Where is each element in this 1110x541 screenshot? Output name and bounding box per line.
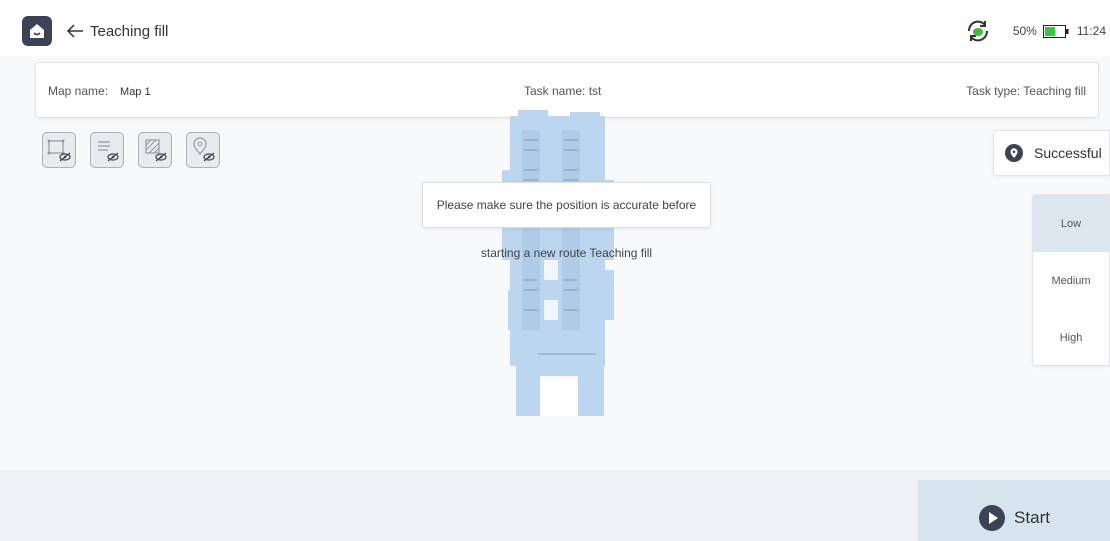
map-name: Map name: Map 1 [48,84,151,98]
location-pin-icon [1005,144,1023,162]
play-icon [979,504,1006,531]
start-button[interactable]: Start [918,480,1110,541]
tooltip-line-1: Please make sure the position is accurat… [436,198,697,212]
clock: 11:24 [1076,24,1106,38]
status-area: 50% 11:24 [965,18,1110,44]
area-hidden-icon [145,139,167,162]
speed-selector: Low Medium High [1032,194,1110,366]
position-tooltip: Please make sure the position is accurat… [422,182,711,228]
battery-icon [1042,24,1069,38]
toggle-location-layer[interactable] [186,132,220,168]
sync-icon [967,20,988,42]
task-name: Task name: tst [524,84,602,98]
layer-toggles [42,132,220,168]
toggle-area-layer[interactable] [138,132,172,168]
page-title: Teaching fill [90,22,169,40]
toggle-route-layer[interactable] [90,132,124,168]
speed-option-medium[interactable]: Medium [1033,252,1109,309]
battery-percent: 50% [1012,24,1037,38]
localization-status-text: Successful [1034,145,1102,161]
polygon-hidden-icon [47,139,71,162]
arrow-left-icon [66,24,83,38]
speed-option-low[interactable]: Low [1033,195,1109,252]
home-button[interactable] [22,16,52,46]
speed-option-high[interactable]: High [1033,309,1109,365]
start-label: Start [1014,507,1050,527]
task-type: Task type: Teaching fill [966,84,1086,98]
route-hidden-icon [98,141,119,162]
back-button[interactable]: Teaching fill [66,19,168,43]
top-bar: Teaching fill 50% 11:24 [0,0,1110,56]
location-hidden-icon [193,137,215,162]
map-canvas[interactable] [500,110,625,420]
home-icon [30,24,44,38]
localization-status[interactable]: Successful [993,130,1110,176]
tooltip-line-2: starting a new route Teaching fill [480,246,653,260]
toggle-polygon-layer[interactable] [42,132,76,168]
